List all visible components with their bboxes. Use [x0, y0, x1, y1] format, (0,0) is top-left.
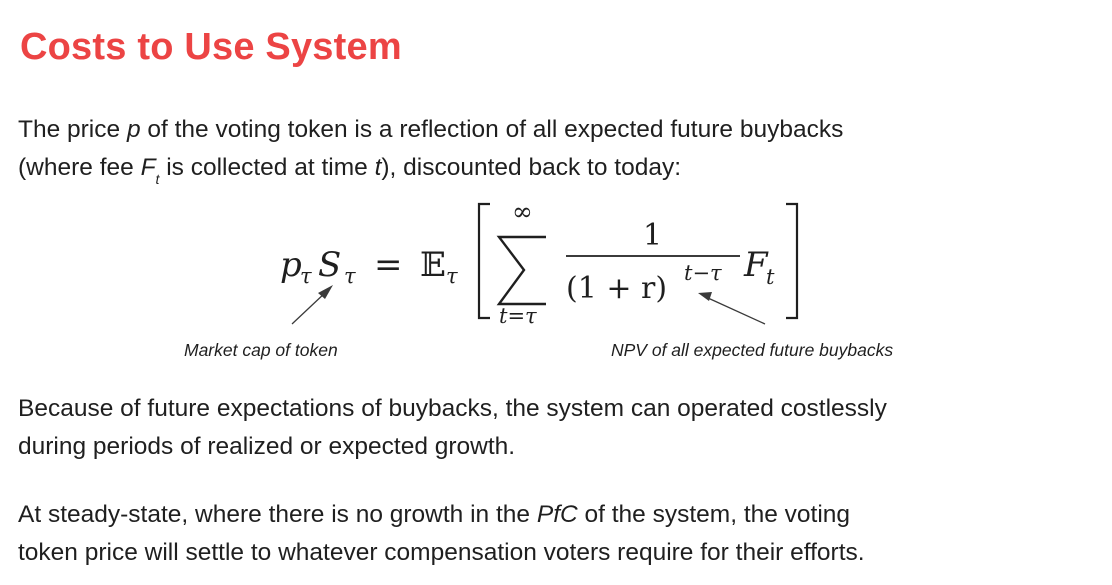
steady-state-line-1: At steady-state, where there is no growt… [18, 496, 865, 534]
eq-expectation-subscript: τ [446, 264, 458, 288]
intro-text-2b: is collected at time [159, 154, 375, 181]
var-PfC: PfC [536, 501, 578, 528]
intro-line-1: The price p of the voting token is a ref… [18, 111, 843, 149]
steady-state-line-2: token price will settle to whatever comp… [18, 539, 865, 566]
steady-text-1a: At steady-state, where there is no growt… [18, 501, 537, 528]
fraction-numerator: 1 [643, 218, 662, 253]
intro-text-1a: The price [18, 116, 127, 143]
sum-upper-limit: ∞ [512, 197, 533, 226]
arrow-npv [698, 292, 766, 325]
eq-S: S [318, 245, 341, 285]
intro-paragraph: The price p of the voting token is a ref… [18, 111, 843, 189]
eq-S-subscript: τ [344, 264, 356, 288]
sum-lower-limit: t=τ [499, 304, 537, 328]
eq-F-subscript: t [766, 265, 775, 289]
slide-title: Costs to Use System [20, 26, 402, 68]
intro-text-2a: (where fee [18, 154, 141, 181]
var-F-subscript: t [155, 171, 160, 187]
annotation-market-cap: Market cap of token [184, 340, 338, 360]
var-p: p [126, 116, 141, 143]
eq-p: p [280, 245, 302, 285]
intro-line-2: (where fee Ft is collected at time t), d… [18, 149, 843, 189]
var-F: F [140, 154, 156, 181]
eq-p-subscript: τ [300, 264, 312, 288]
annotation-npv: NPV of all expected future buybacks [611, 340, 894, 360]
left-bracket [477, 202, 490, 320]
slide: Costs to Use System The price p of the v… [0, 0, 1112, 585]
arrow-market-cap [291, 285, 333, 325]
buybacks-paragraph: Because of future expectations of buybac… [18, 390, 887, 466]
steady-state-paragraph: At steady-state, where there is no growt… [18, 496, 865, 572]
denominator-exponent: t−τ [684, 261, 722, 285]
eq-F: F [743, 245, 769, 285]
sigma-icon [496, 235, 546, 306]
fraction-denominator: (1 + r) [566, 271, 667, 306]
right-bracket [786, 202, 799, 320]
intro-text-2c: ), discounted back to today: [381, 154, 681, 181]
eq-equals: = [374, 245, 403, 285]
intro-text-1b: of the voting token is a reflection of a… [140, 116, 844, 143]
buybacks-line-1: Because of future expectations of buybac… [18, 395, 887, 422]
buybacks-line-2: during periods of realized or expected g… [18, 433, 516, 460]
eq-expectation: 𝔼 [420, 245, 446, 285]
steady-text-1b: of the system, the voting [577, 501, 851, 528]
